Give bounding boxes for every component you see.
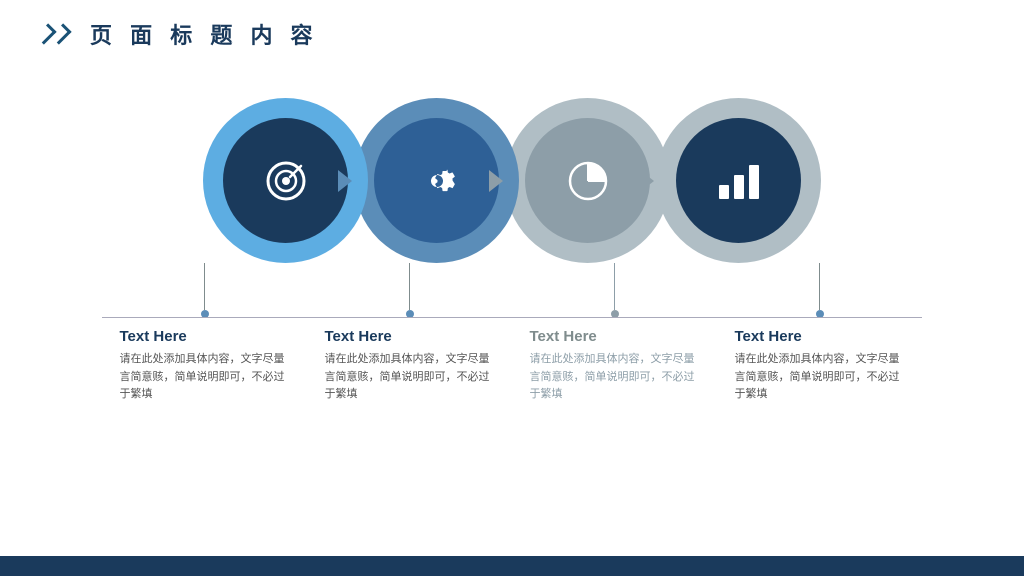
pie-icon <box>560 153 616 209</box>
bottom-bar <box>0 556 1024 576</box>
page-title: 页 面 标 题 内 容 <box>90 18 319 50</box>
label-title-4: Text Here <box>735 328 905 345</box>
double-chevron-icon <box>40 25 70 43</box>
connector-lines <box>102 263 922 318</box>
circles-container <box>203 98 821 263</box>
circle-4 <box>656 98 821 263</box>
label-1: Text Here 请在此处添加具体内容，文字尽量言简意赅，简单说明即可，不必过… <box>120 328 290 404</box>
vert-line-1 <box>201 263 209 318</box>
arrow-3 <box>640 170 654 192</box>
label-3: Text Here 请在此处添加具体内容，文字尽量言简意赅，简单说明即可，不必过… <box>530 328 700 404</box>
arrow-1 <box>338 170 352 192</box>
gear-icon <box>409 153 465 209</box>
baseline <box>102 317 922 318</box>
vert-line-4 <box>816 263 824 318</box>
main-content: Text Here 请在此处添加具体内容，文字尽量言简意赅，简单说明即可，不必过… <box>0 68 1024 404</box>
label-desc-3: 请在此处添加具体内容，文字尽量言简意赅，简单说明即可，不必过于繁填 <box>530 351 700 404</box>
vert-line-3 <box>611 263 619 318</box>
label-title-3: Text Here <box>530 328 700 345</box>
arrow-2 <box>489 170 503 192</box>
label-2: Text Here 请在此处添加具体内容，文字尽量言简意赅，简单说明即可，不必过… <box>325 328 495 404</box>
labels-row: Text Here 请在此处添加具体内容，文字尽量言简意赅，简单说明即可，不必过… <box>102 328 922 404</box>
label-desc-1: 请在此处添加具体内容，文字尽量言简意赅，简单说明即可，不必过于繁填 <box>120 351 290 404</box>
vert-line-2 <box>406 263 414 318</box>
target-icon <box>259 154 313 208</box>
header: 页 面 标 题 内 容 <box>0 0 1024 68</box>
label-4: Text Here 请在此处添加具体内容，文字尽量言简意赅，简单说明即可，不必过… <box>735 328 905 404</box>
label-desc-4: 请在此处添加具体内容，文字尽量言简意赅，简单说明即可，不必过于繁填 <box>735 351 905 404</box>
label-title-2: Text Here <box>325 328 495 345</box>
label-desc-2: 请在此处添加具体内容，文字尽量言简意赅，简单说明即可，不必过于繁填 <box>325 351 495 404</box>
label-title-1: Text Here <box>120 328 290 345</box>
bar-chart-icon <box>713 155 765 207</box>
